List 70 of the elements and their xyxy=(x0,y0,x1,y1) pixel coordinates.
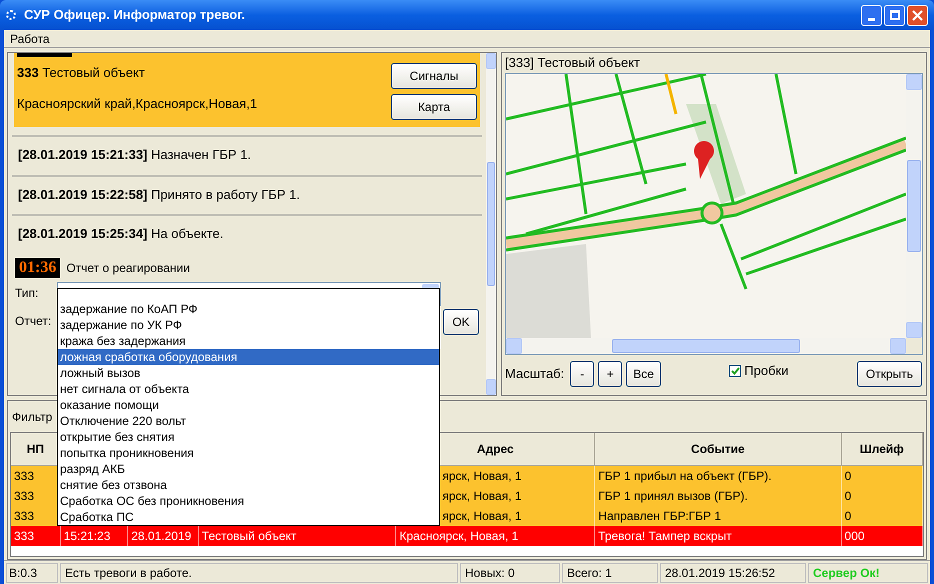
report-title: Отчет о реагировании xyxy=(66,260,190,276)
vertical-scrollbar[interactable] xyxy=(486,53,496,395)
log-entry: [28.01.2019 15:22:58] Принято в работу ГБР 1. xyxy=(12,174,482,208)
table-cell-text: 333 xyxy=(14,468,34,485)
table-cell-text: 15:21:23 xyxy=(64,528,110,545)
dropdown-option[interactable]: кража без задержания xyxy=(58,333,439,349)
card-button[interactable]: Сигналы xyxy=(391,63,477,89)
open-button[interactable]: Открыть xyxy=(856,361,922,387)
total-count: Всего: 1 xyxy=(562,562,658,582)
table-cell-text: 0 xyxy=(844,488,852,505)
window-title: СУР Офицер. Информатор тревог. xyxy=(24,6,246,24)
report-label: Отчет: xyxy=(15,312,52,330)
dropdown-option[interactable]: нет сигнала от объекта xyxy=(58,381,439,397)
new-count: Новых: 0 xyxy=(460,562,560,582)
vertical-scrollbar[interactable] xyxy=(906,74,922,338)
table-cell-text: 333 xyxy=(14,508,34,525)
alarm-object: 333 Тестовый объект xyxy=(17,64,146,82)
table-cell-text: Направлен ГБР:ГБР 1 xyxy=(598,508,722,525)
dropdown-option[interactable]: Сработка ПС xyxy=(58,509,439,525)
table-cell-text: ярск, Новая, 1 xyxy=(442,488,522,505)
table-cell-text: ГБР 1 прибыл на объект (ГБР). xyxy=(598,468,772,485)
column-header[interactable]: Шлейф xyxy=(842,433,923,466)
table-cell-text: 0 xyxy=(844,508,852,525)
log-entry: [28.01.2019 15:21:33] Назначен ГБР 1. xyxy=(12,135,482,168)
ok-button[interactable]: OK xyxy=(443,308,479,334)
table-cell-text: Красноярск, Новая, 1 xyxy=(399,528,518,545)
horizontal-scrollbar[interactable] xyxy=(506,338,906,354)
close-icon xyxy=(912,10,923,20)
server-status: Сервер Ок! xyxy=(808,562,928,582)
status-datetime: 28.01.2019 15:26:52 xyxy=(660,562,806,582)
menu-item[interactable]: Работа xyxy=(4,30,56,48)
table-cell-text: 333 xyxy=(14,488,34,505)
dropdown-option[interactable]: ложный вызов xyxy=(58,365,439,381)
traffic-checkbox[interactable]: Пробки xyxy=(729,361,788,380)
timer-fragment xyxy=(17,53,72,57)
app-icon xyxy=(6,10,16,20)
status-message: Есть тревоги в работе. xyxy=(60,562,458,582)
close-button[interactable] xyxy=(907,4,928,26)
column-header[interactable]: Событие xyxy=(595,433,842,466)
version-text: B:0.3 xyxy=(6,562,58,582)
table-cell-text: 0 xyxy=(844,468,852,485)
filter-label: Фильтр xyxy=(12,408,52,426)
table-row[interactable]: 333 15:21:23 28.01.2019 Тестовый объект Красноярск, Новая, 1 Тревога! Тампер вскрыт 000 xyxy=(11,526,923,546)
zoom-button[interactable]: - xyxy=(570,361,594,387)
table-cell-text: Тестовый объект xyxy=(202,528,296,545)
map-title: [333] Тестовый объект xyxy=(505,54,642,72)
dropdown-option[interactable]: ложная сработка оборудования xyxy=(58,349,439,365)
table-cell-text: ярск, Новая, 1 xyxy=(442,468,522,485)
table-cell-text: ГБР 1 принял вызов (ГБР). xyxy=(598,488,748,505)
zoom-button[interactable]: + xyxy=(598,361,622,387)
alarm-address: Красноярский край,Красноярск,Новая,1 xyxy=(17,94,258,113)
type-label: Тип: xyxy=(15,284,40,302)
table-cell-text: Тревога! Тампер вскрыт xyxy=(598,528,732,545)
table-cell-text: 000 xyxy=(844,528,865,545)
card-button[interactable]: Карта xyxy=(391,94,477,120)
dropdown-option[interactable]: Отключение 220 вольт xyxy=(58,413,439,429)
timer: 01:36 xyxy=(15,258,60,278)
table-cell-text: ярск, Новая, 1 xyxy=(442,508,522,525)
dropdown-option[interactable]: задержание по УК РФ xyxy=(58,317,439,333)
dropdown-option[interactable]: Сработка ОС без проникновения xyxy=(58,493,439,509)
maximize-button[interactable] xyxy=(884,4,905,26)
table-cell-text: 28.01.2019 xyxy=(131,528,192,545)
zoom-button[interactable]: Все xyxy=(626,361,661,387)
log-entry: [28.01.2019 15:25:34] На объекте. xyxy=(12,214,482,248)
dropdown-option[interactable]: оказание помощи xyxy=(58,397,439,413)
check-icon xyxy=(730,366,740,375)
table-cell-text: 333 xyxy=(14,528,34,545)
dropdown-option[interactable]: задержание по КоАП РФ xyxy=(58,301,439,317)
scale-label: Масштаб: xyxy=(505,365,564,384)
minimize-button[interactable] xyxy=(861,4,882,26)
